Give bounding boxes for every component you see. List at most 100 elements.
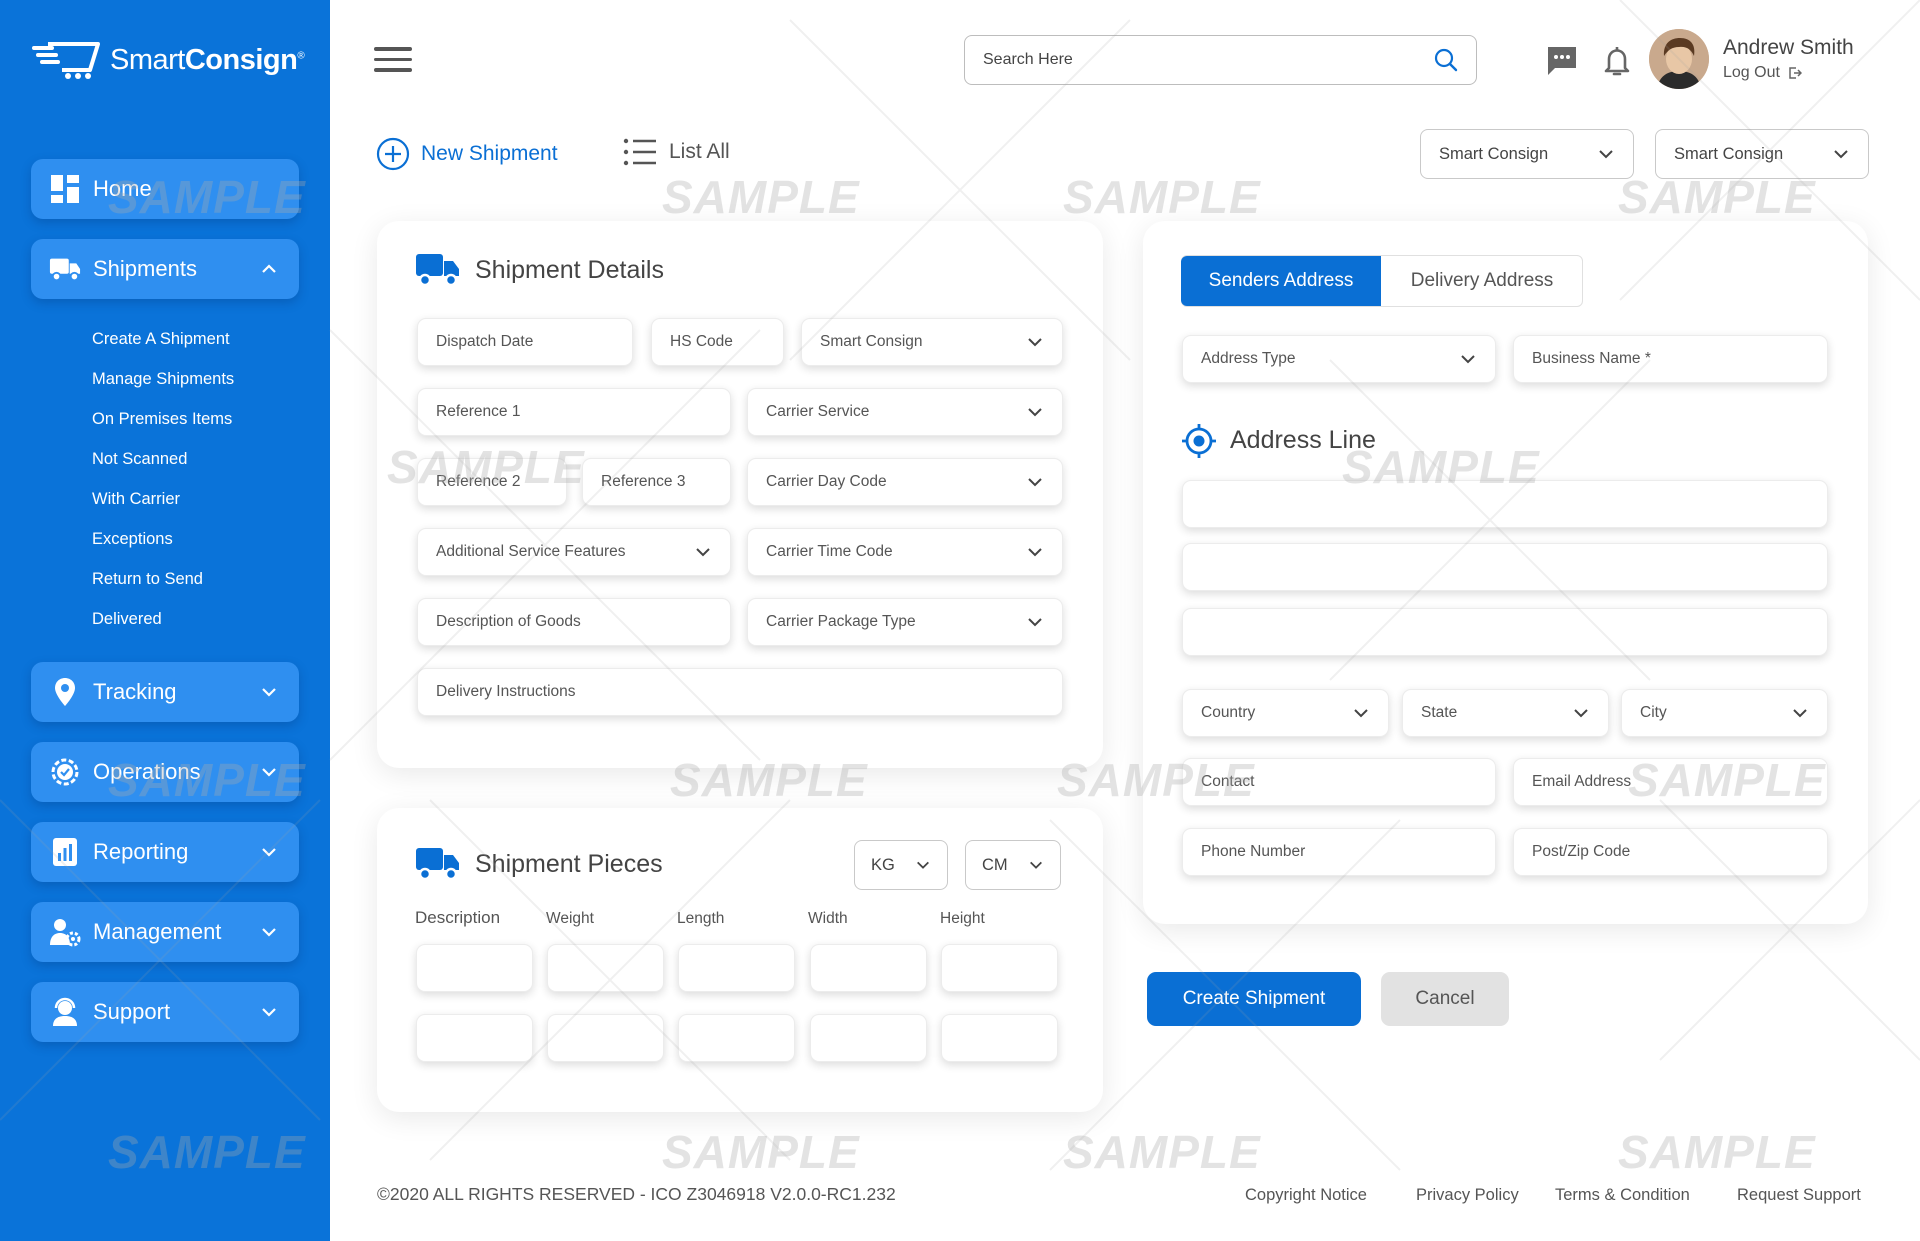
carrier-time-code-select[interactable]: Carrier Time Code: [747, 528, 1063, 576]
column-length: Length: [677, 910, 725, 927]
sidebar-item-home[interactable]: Home: [31, 159, 299, 219]
email-placeholder: Email Address: [1532, 773, 1632, 790]
piece-height-input[interactable]: [941, 1014, 1058, 1062]
piece-width-input[interactable]: [810, 1014, 927, 1062]
reference-3-field[interactable]: Reference 3: [582, 458, 731, 506]
shipment-pieces-title: Shipment Pieces: [475, 850, 663, 878]
piece-weight-input[interactable]: [547, 944, 664, 992]
chevron-down-icon: [917, 861, 929, 869]
column-description: Description: [415, 908, 501, 927]
weight-unit-value: KG: [871, 855, 895, 874]
postcode-field[interactable]: Post/Zip Code: [1513, 828, 1828, 876]
reference-1-field[interactable]: Reference 1: [417, 388, 731, 436]
copyright-text: ©2020 ALL RIGHTS RESERVED - ICO Z3046918…: [377, 1184, 896, 1204]
footer-link-privacy-policy[interactable]: Privacy Policy: [1416, 1186, 1519, 1205]
subnav-return-to-send[interactable]: Return to Send: [92, 570, 203, 589]
account-select-1-value: Smart Consign: [1439, 144, 1549, 163]
shipment-details-title: Shipment Details: [475, 256, 664, 284]
user-gear-icon: [49, 916, 81, 948]
sidebar-item-shipments[interactable]: Shipments: [31, 239, 299, 299]
sidebar-item-management[interactable]: Management: [31, 902, 299, 962]
tab-delivery-address[interactable]: Delivery Address: [1381, 256, 1583, 306]
company-select[interactable]: Smart Consign: [801, 318, 1063, 366]
address-line-2-input[interactable]: [1182, 543, 1828, 591]
country-select[interactable]: Country: [1182, 689, 1389, 737]
address-line-title: Address Line: [1230, 426, 1376, 454]
address-line-3-input[interactable]: [1182, 608, 1828, 656]
state-select[interactable]: State: [1402, 689, 1609, 737]
search-icon[interactable]: [1434, 48, 1458, 72]
carrier-package-type-placeholder: Carrier Package Type: [766, 613, 916, 630]
address-line-1-input[interactable]: [1182, 480, 1828, 528]
footer-link-request-support[interactable]: Request Support: [1737, 1186, 1861, 1205]
chevron-down-icon: [1028, 408, 1042, 417]
piece-description-input[interactable]: [416, 1014, 533, 1062]
new-shipment-button[interactable]: New Shipment: [376, 137, 558, 171]
piece-weight-input[interactable]: [547, 1014, 664, 1062]
business-name-field[interactable]: Business Name *: [1513, 335, 1828, 383]
phone-field[interactable]: Phone Number: [1182, 828, 1496, 876]
carrier-service-placeholder: Carrier Service: [766, 403, 870, 420]
support-agent-icon: [49, 996, 81, 1028]
piece-length-input[interactable]: [678, 1014, 795, 1062]
cancel-button[interactable]: Cancel: [1381, 972, 1509, 1026]
new-shipment-label: New Shipment: [421, 142, 558, 165]
length-unit-select[interactable]: CM: [965, 840, 1061, 890]
subnav-exceptions[interactable]: Exceptions: [92, 530, 173, 549]
weight-unit-select[interactable]: KG: [854, 840, 948, 890]
menu-toggle-icon[interactable]: [374, 47, 412, 73]
chat-icon[interactable]: [1545, 44, 1579, 78]
footer-link-terms[interactable]: Terms & Condition: [1555, 1186, 1690, 1205]
hs-code-field[interactable]: HS Code: [651, 318, 784, 366]
tab-senders-address[interactable]: Senders Address: [1181, 256, 1381, 306]
user-name: Andrew Smith: [1723, 36, 1854, 59]
search-input[interactable]: [983, 51, 1434, 69]
create-shipment-button[interactable]: Create Shipment: [1147, 972, 1361, 1026]
piece-height-input[interactable]: [941, 944, 1058, 992]
chevron-down-icon: [1793, 709, 1807, 718]
contact-field[interactable]: Contact: [1182, 758, 1496, 806]
description-of-goods-field[interactable]: Description of Goods: [417, 598, 731, 646]
sidebar-item-tracking[interactable]: Tracking: [31, 662, 299, 722]
sidebar-item-operations[interactable]: Operations: [31, 742, 299, 802]
chevron-down-icon: [1028, 338, 1042, 347]
watermark-text: SAMPLE: [1618, 1126, 1816, 1178]
column-weight: Weight: [546, 910, 594, 927]
piece-length-input[interactable]: [678, 944, 795, 992]
footer-link-copyright-notice[interactable]: Copyright Notice: [1245, 1186, 1367, 1205]
subnav-on-premises-items[interactable]: On Premises Items: [92, 410, 232, 429]
search-bar[interactable]: [964, 35, 1477, 85]
carrier-day-code-select[interactable]: Carrier Day Code: [747, 458, 1063, 506]
carrier-package-type-select[interactable]: Carrier Package Type: [747, 598, 1063, 646]
account-select-1[interactable]: Smart Consign: [1420, 129, 1634, 179]
dispatch-date-field[interactable]: Dispatch Date: [417, 318, 633, 366]
reference-2-field[interactable]: Reference 2: [417, 458, 567, 506]
sidebar-item-label: Operations: [93, 759, 201, 784]
subnav-manage-shipments[interactable]: Manage Shipments: [92, 370, 234, 389]
subnav-with-carrier[interactable]: With Carrier: [92, 490, 180, 509]
list-all-button[interactable]: List All: [623, 137, 730, 167]
chevron-down-icon: [1461, 355, 1475, 364]
sidebar: SmartConsign® Home Shipments Create A Sh…: [0, 0, 330, 1241]
contact-placeholder: Contact: [1201, 773, 1255, 790]
avatar[interactable]: [1649, 29, 1709, 89]
email-field[interactable]: Email Address: [1513, 758, 1828, 806]
subnav-delivered[interactable]: Delivered: [92, 610, 162, 629]
account-select-2[interactable]: Smart Consign: [1655, 129, 1869, 179]
additional-service-features-select[interactable]: Additional Service Features: [417, 528, 731, 576]
chevron-up-icon: [262, 264, 276, 273]
piece-description-input[interactable]: [416, 944, 533, 992]
logout-link[interactable]: Log Out: [1723, 64, 1802, 82]
bell-icon[interactable]: [1600, 44, 1634, 78]
account-select-2-value: Smart Consign: [1674, 144, 1784, 163]
sidebar-item-support[interactable]: Support: [31, 982, 299, 1042]
city-select[interactable]: City: [1621, 689, 1828, 737]
delivery-instructions-field[interactable]: Delivery Instructions: [417, 668, 1063, 716]
brand-logo[interactable]: SmartConsign®: [32, 40, 305, 80]
sidebar-item-reporting[interactable]: Reporting: [31, 822, 299, 882]
carrier-service-select[interactable]: Carrier Service: [747, 388, 1063, 436]
piece-width-input[interactable]: [810, 944, 927, 992]
subnav-not-scanned[interactable]: Not Scanned: [92, 450, 187, 469]
subnav-create-shipment[interactable]: Create A Shipment: [92, 330, 230, 349]
address-type-select[interactable]: Address Type: [1182, 335, 1496, 383]
